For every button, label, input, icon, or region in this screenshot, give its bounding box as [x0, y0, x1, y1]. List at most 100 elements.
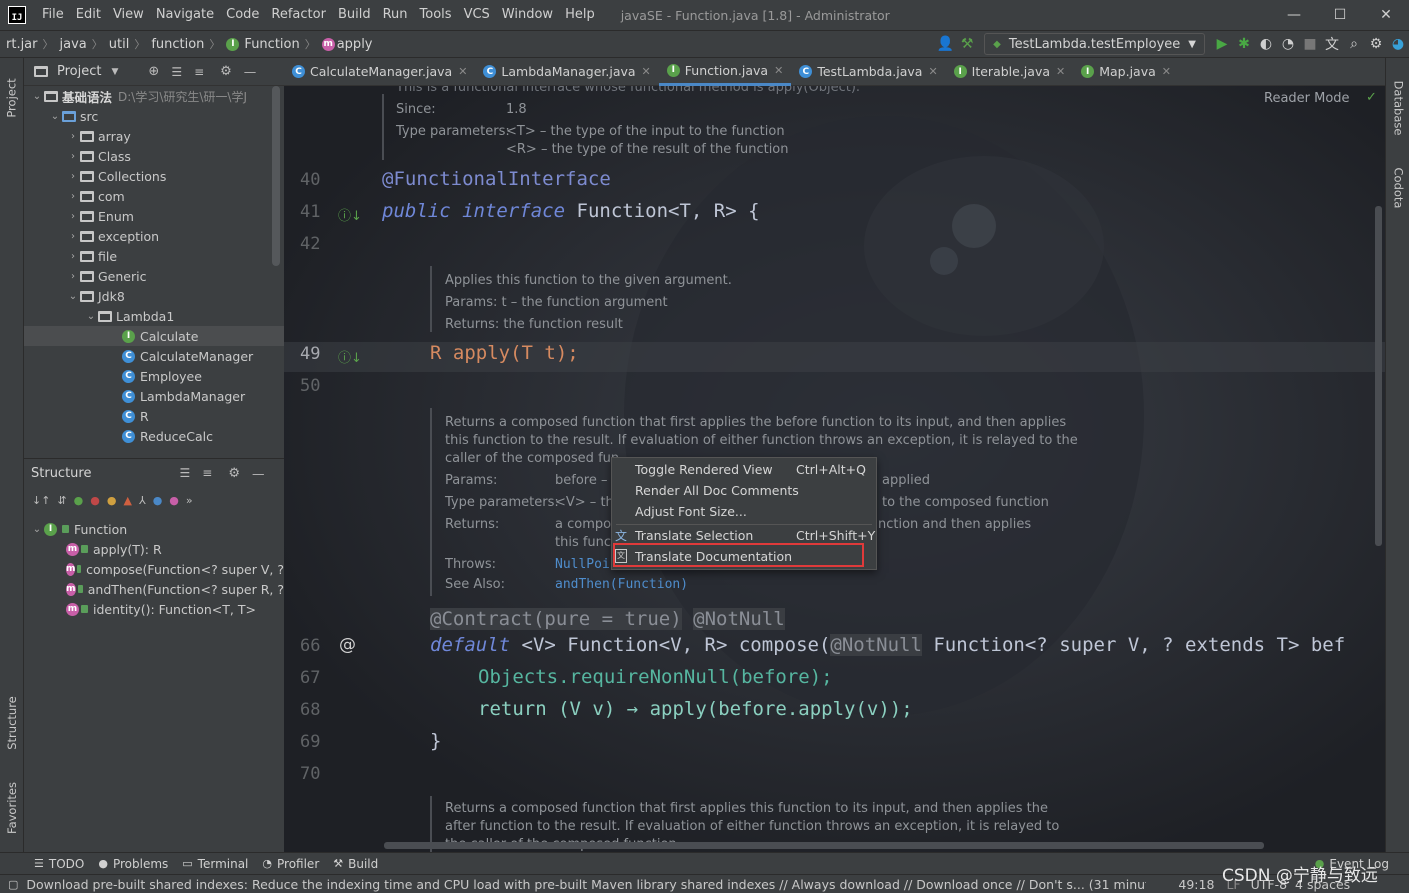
chevron-right-icon[interactable]: ›: [66, 131, 80, 142]
gear-icon[interactable]: ⚙: [1365, 33, 1387, 55]
menu-tools[interactable]: Tools: [414, 0, 458, 30]
structure-member[interactable]: m andThen(Function<? super R, ?: [24, 579, 284, 599]
inspection-ok-icon[interactable]: ✓: [1366, 90, 1377, 105]
tool-terminal[interactable]: ▭ Terminal: [182, 857, 248, 871]
chevron-right-icon[interactable]: ›: [66, 151, 80, 162]
breadcrumb-function-interface[interactable]: I Function 〉: [220, 36, 316, 52]
menu-item-toggle-rendered-view[interactable]: Toggle Rendered View Ctrl+Alt+Q: [612, 459, 876, 480]
menu-refactor[interactable]: Refactor: [265, 0, 332, 30]
close-icon[interactable]: ✕: [642, 65, 651, 78]
annotation-gutter-icon[interactable]: @: [339, 635, 356, 655]
menu-window[interactable]: Window: [496, 0, 559, 30]
menu-item-adjust-font[interactable]: Adjust Font Size...: [612, 501, 876, 522]
tree-root[interactable]: ⌄ 基础语法 D:\学习\研究生\研一\学J: [24, 86, 284, 106]
tool-problems[interactable]: ● Problems: [98, 857, 168, 871]
menu-item-render-all[interactable]: Render All Doc Comments: [612, 480, 876, 501]
chevron-down-icon[interactable]: ⌄: [66, 291, 80, 302]
structure-member[interactable]: m compose(Function<? super V, ?: [24, 559, 284, 579]
locate-icon[interactable]: ⊕: [148, 64, 159, 79]
close-icon[interactable]: ✕: [928, 65, 937, 78]
close-icon[interactable]: ✕: [774, 64, 783, 77]
search-icon[interactable]: ⌕: [1343, 33, 1365, 55]
intellij-logo-icon[interactable]: IJ: [8, 6, 26, 24]
breadcrumb-java[interactable]: java 〉: [54, 36, 103, 52]
tree-class[interactable]: C CalculateManager: [24, 346, 284, 366]
chevron-right-icon[interactable]: ›: [66, 191, 80, 202]
chevron-right-icon[interactable]: ›: [66, 171, 80, 182]
tree-class[interactable]: I Calculate: [24, 326, 284, 346]
gear-icon[interactable]: ⚙: [228, 466, 240, 481]
tree-class[interactable]: C Employee: [24, 366, 284, 386]
more-icon[interactable]: »: [186, 494, 193, 507]
chevron-down-icon[interactable]: ⌄: [30, 524, 44, 535]
menu-view[interactable]: View: [107, 0, 150, 30]
tree-folder[interactable]: › exception: [24, 226, 284, 246]
tab-lambdamanager[interactable]: C LambdaManager.java ✕: [475, 58, 658, 86]
tree-folder[interactable]: › file: [24, 246, 284, 266]
close-icon[interactable]: ✕: [1363, 0, 1409, 30]
scrollbar[interactable]: [272, 86, 280, 266]
expand-all-icon[interactable]: ☰: [179, 466, 190, 480]
doc-seealso-link[interactable]: andThen(Function): [555, 577, 688, 592]
chevron-down-icon[interactable]: ⌄: [30, 91, 44, 102]
tool-todo[interactable]: ☰ TODO: [34, 857, 84, 871]
expand-all-icon[interactable]: ☰: [171, 65, 182, 79]
inherited-icon[interactable]: ●: [74, 494, 84, 507]
translate-icon[interactable]: 文: [1321, 33, 1343, 55]
hide-icon[interactable]: —: [252, 466, 265, 481]
breadcrumb-rtjar[interactable]: rt.jar 〉: [0, 36, 54, 52]
chevron-right-icon[interactable]: ›: [66, 231, 80, 242]
run-config-dropdown[interactable]: ◆ TestLambda.testEmployee ▼: [984, 33, 1205, 55]
tree-class[interactable]: C ReduceCalc: [24, 426, 284, 446]
breadcrumb-util[interactable]: util 〉: [103, 36, 146, 52]
chevron-right-icon[interactable]: ›: [66, 271, 80, 282]
implemented-gutter-icon[interactable]: ⓘ↓: [338, 205, 362, 224]
tree-folder[interactable]: › Class: [24, 146, 284, 166]
hide-icon[interactable]: —: [244, 64, 257, 79]
tree-folder[interactable]: › array: [24, 126, 284, 146]
menu-code[interactable]: Code: [220, 0, 265, 30]
status-message[interactable]: Download pre-built shared indexes: Reduc…: [26, 877, 1146, 892]
structure-member[interactable]: m apply(T): R: [24, 539, 284, 559]
user-icon[interactable]: 👤: [934, 33, 956, 55]
tree-class[interactable]: C LambdaManager: [24, 386, 284, 406]
anonymous-icon[interactable]: ⅄: [139, 494, 146, 507]
tree-folder[interactable]: › Enum: [24, 206, 284, 226]
tab-map[interactable]: I Map.java ✕: [1073, 58, 1179, 86]
profile-icon[interactable]: ◔: [1277, 33, 1299, 55]
non-public-icon[interactable]: ▲: [123, 494, 131, 507]
tab-favorites[interactable]: Favorites: [0, 773, 24, 843]
tool-profiler[interactable]: ◔ Profiler: [262, 857, 319, 871]
menu-file[interactable]: File: [36, 0, 70, 30]
build-hammer-icon[interactable]: ⚒: [956, 33, 978, 55]
menu-run[interactable]: Run: [377, 0, 414, 30]
sort-alpha-icon[interactable]: ⇵: [57, 494, 66, 507]
project-panel-title[interactable]: Project: [57, 64, 101, 79]
tree-class[interactable]: CR: [24, 406, 284, 426]
properties-icon[interactable]: ●: [90, 494, 100, 507]
collapse-all-icon[interactable]: ≡: [194, 65, 204, 79]
fields-icon[interactable]: ●: [107, 494, 117, 507]
structure-member[interactable]: m identity(): Function<T, T>: [24, 599, 284, 619]
tab-function[interactable]: I Function.java ✕: [658, 58, 792, 86]
menu-vcs[interactable]: VCS: [458, 0, 496, 30]
status-window-icon[interactable]: ▢: [8, 878, 18, 891]
reader-mode-toggle[interactable]: Reader Mode: [1264, 91, 1350, 106]
structure-root[interactable]: ⌄ I Function: [24, 519, 284, 539]
lambda-icon[interactable]: ●: [153, 494, 163, 507]
tab-database[interactable]: Database: [1386, 68, 1409, 148]
stop-icon[interactable]: ■: [1299, 33, 1321, 55]
vertical-scrollbar[interactable]: [1375, 206, 1382, 546]
tree-folder[interactable]: › Generic: [24, 266, 284, 286]
tool-build[interactable]: ⚒ Build: [333, 857, 378, 871]
doc-throws-link[interactable]: NullPoi: [555, 557, 610, 572]
menu-navigate[interactable]: Navigate: [150, 0, 220, 30]
tab-structure[interactable]: Structure: [0, 683, 24, 763]
tab-project[interactable]: Project: [0, 68, 24, 128]
implemented-gutter-icon[interactable]: ⓘ↓: [338, 347, 362, 366]
close-icon[interactable]: ✕: [1162, 65, 1171, 78]
run-icon[interactable]: ▶: [1211, 33, 1233, 55]
menu-edit[interactable]: Edit: [70, 0, 107, 30]
chevron-down-icon[interactable]: ▼: [111, 67, 118, 77]
status-cursor-position[interactable]: 49:18: [1178, 877, 1214, 892]
